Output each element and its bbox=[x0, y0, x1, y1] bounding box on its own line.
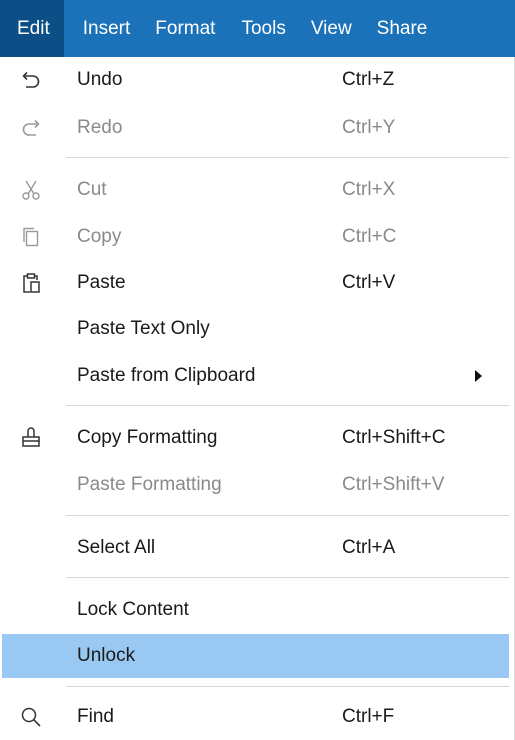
menu-item-label: Select All bbox=[77, 537, 156, 558]
menu-item-shortcut: Ctrl+F bbox=[342, 706, 395, 727]
menu-item-label: Unlock bbox=[77, 645, 136, 666]
menu-item-label: Copy bbox=[77, 226, 122, 247]
menu-item-find[interactable]: Find Ctrl+F bbox=[0, 695, 512, 739]
menubar-view[interactable]: View bbox=[311, 0, 352, 57]
menu-item-label: Copy Formatting bbox=[77, 427, 218, 448]
menu-item-shortcut: Ctrl+V bbox=[342, 272, 396, 293]
menubar-share[interactable]: Share bbox=[377, 0, 428, 57]
menu-item-select-all[interactable]: Select All Ctrl+A bbox=[0, 526, 512, 570]
menu-item-label: Find bbox=[77, 706, 114, 727]
menu-item-label: Lock Content bbox=[77, 599, 189, 620]
menu-item-label: Paste Formatting bbox=[77, 474, 222, 495]
menu-item-label: Undo bbox=[77, 69, 123, 90]
menu-item-shortcut: Ctrl+A bbox=[342, 537, 396, 558]
menubar-tools[interactable]: Tools bbox=[241, 0, 285, 57]
menubar-insert[interactable]: Insert bbox=[83, 0, 131, 57]
redo-icon bbox=[19, 116, 43, 140]
format-painter-icon bbox=[19, 426, 43, 450]
menu-item-cut[interactable]: Cut Ctrl+X bbox=[0, 168, 512, 212]
menu-separator bbox=[66, 405, 509, 406]
menu-item-lock-content[interactable]: Lock Content bbox=[0, 588, 512, 632]
search-icon bbox=[19, 705, 43, 729]
chevron-right-icon bbox=[475, 370, 482, 382]
menu-separator bbox=[66, 686, 509, 687]
edit-dropdown-menu: Undo Ctrl+Z Redo Ctrl+Y Cut Ctrl+X Copy … bbox=[0, 57, 515, 740]
menu-item-paste-from-clipboard[interactable]: Paste from Clipboard bbox=[0, 354, 512, 398]
menu-item-shortcut: Ctrl+X bbox=[342, 179, 396, 200]
menu-item-paste-formatting[interactable]: Paste Formatting Ctrl+Shift+V bbox=[0, 463, 512, 507]
menu-item-unlock[interactable]: Unlock bbox=[2, 634, 509, 678]
menu-separator bbox=[66, 577, 509, 578]
menu-item-undo[interactable]: Undo Ctrl+Z bbox=[0, 58, 512, 102]
menu-item-shortcut: Ctrl+Z bbox=[342, 69, 395, 90]
clipboard-icon bbox=[19, 271, 43, 295]
menu-bar: Edit Insert Format Tools View Share bbox=[0, 0, 515, 57]
menu-item-label: Paste from Clipboard bbox=[77, 365, 256, 386]
menu-item-shortcut: Ctrl+Shift+V bbox=[342, 474, 445, 495]
menu-item-label: Cut bbox=[77, 179, 107, 200]
menu-item-paste[interactable]: Paste Ctrl+V bbox=[0, 261, 512, 305]
menu-item-label: Paste Text Only bbox=[77, 318, 210, 339]
menu-separator bbox=[66, 515, 509, 516]
undo-icon bbox=[19, 68, 43, 92]
scissors-icon bbox=[19, 178, 43, 202]
menu-item-paste-text-only[interactable]: Paste Text Only bbox=[0, 307, 512, 351]
menu-item-shortcut: Ctrl+C bbox=[342, 226, 397, 247]
menubar-format[interactable]: Format bbox=[155, 0, 215, 57]
menubar-edit[interactable]: Edit bbox=[0, 0, 64, 57]
menu-item-shortcut: Ctrl+Y bbox=[342, 117, 396, 138]
menu-item-label: Redo bbox=[77, 117, 123, 138]
menu-item-copy[interactable]: Copy Ctrl+C bbox=[0, 215, 512, 259]
menu-item-label: Paste bbox=[77, 272, 126, 293]
menu-item-redo[interactable]: Redo Ctrl+Y bbox=[0, 106, 512, 150]
menu-separator bbox=[66, 157, 509, 158]
copy-icon bbox=[19, 225, 43, 249]
menu-item-shortcut: Ctrl+Shift+C bbox=[342, 427, 446, 448]
menu-item-copy-formatting[interactable]: Copy Formatting Ctrl+Shift+C bbox=[0, 416, 512, 460]
